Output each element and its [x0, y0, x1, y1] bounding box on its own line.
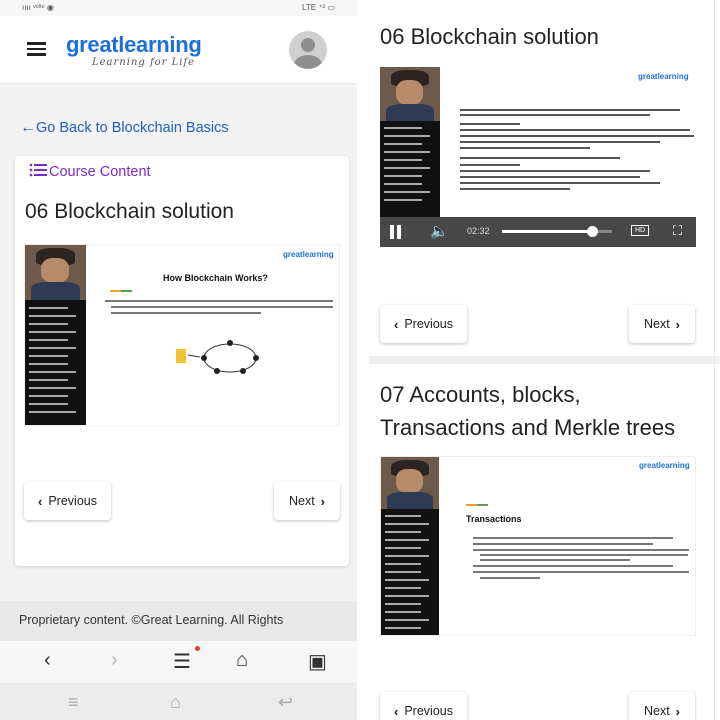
slide-brand: greatlearning	[283, 250, 334, 259]
tabs-icon[interactable]: ▣	[308, 649, 327, 674]
chevron-right-icon: ›	[675, 703, 681, 719]
blockchain-diagram	[176, 340, 259, 374]
hamburger-icon[interactable]	[27, 42, 46, 56]
footer-copyright: Proprietary content. ©Great Learning. Al…	[19, 613, 284, 627]
chevron-right-icon: ›	[675, 316, 681, 332]
quality-toggle[interactable]: HD	[631, 225, 650, 236]
lesson-title: 06 Blockchain solution	[380, 24, 599, 49]
video-time: 02:32	[467, 226, 490, 236]
browser-toolbar: ‹ › ☰ ⌂ ▣	[0, 641, 357, 683]
slide-heading: Transactions	[466, 514, 522, 524]
course-content-label: Course Content	[49, 163, 151, 180]
next-lesson-title: 07 Accounts, blocks, Transactions and Me…	[380, 382, 676, 440]
pause-icon[interactable]	[390, 225, 402, 239]
previous-label: Previous	[48, 494, 97, 508]
fullscreen-icon[interactable]: ⛶	[673, 223, 682, 239]
lesson-slide-image[interactable]: greatlearning How Blockchain Works?	[24, 244, 340, 426]
back-link-label: Go Back to Blockchain Basics	[36, 120, 229, 136]
next-lesson-slide-image[interactable]: greatlearning Transactions	[380, 456, 696, 636]
chevron-left-icon: ‹	[38, 493, 43, 509]
system-nav-bar: ≡ ⌂ ↩	[0, 683, 357, 720]
presenter-video	[25, 245, 86, 300]
slide-brand: greatlearning	[639, 461, 690, 470]
scroll-edge	[714, 0, 720, 720]
chevron-left-icon: ‹	[394, 703, 399, 719]
slide-sidebar	[380, 67, 440, 217]
list-icon	[29, 163, 49, 181]
next-button-partial[interactable]: Next ›	[629, 692, 695, 720]
status-right: LTE ⁺² ▭	[302, 3, 335, 12]
presenter-video	[381, 457, 439, 509]
slide-sidebar	[381, 457, 439, 635]
avatar-icon[interactable]	[289, 31, 327, 69]
previous-button-partial[interactable]: ‹ Previous	[380, 692, 467, 720]
status-left: ıııı ᵛᵒˡᵗᵉ ◉	[22, 3, 54, 12]
next-button[interactable]: Next ›	[274, 482, 340, 520]
lesson-title: 06 Blockchain solution	[25, 200, 234, 223]
next-button[interactable]: Next ›	[629, 305, 695, 343]
divider	[357, 0, 369, 720]
section-separator	[369, 356, 720, 364]
system-home-icon[interactable]: ⌂	[170, 692, 181, 713]
slide-heading: How Blockchain Works?	[163, 273, 268, 283]
video-controls: 🔈 02:32 HD ⛶	[380, 217, 696, 247]
logo-main-text: greatlearning	[66, 32, 202, 57]
next-label: Next	[643, 704, 670, 718]
presenter-video	[380, 67, 440, 121]
chevron-right-icon: ›	[320, 493, 326, 509]
volume-icon[interactable]: 🔈	[430, 222, 449, 240]
footer: Proprietary content. ©Great Learning. Al…	[0, 601, 357, 641]
back-arrow-icon: ←	[20, 119, 36, 136]
system-back-icon[interactable]: ↩	[278, 692, 293, 713]
lesson-card: Course Content 06 Blockchain solution gr…	[15, 156, 349, 566]
video-brand: greatlearning	[638, 72, 689, 81]
progress-knob[interactable]	[587, 226, 599, 237]
browser-back-icon[interactable]: ‹	[44, 649, 51, 672]
greatlearning-logo[interactable]: greatlearning Learning for Life	[66, 32, 202, 68]
recent-apps-icon[interactable]: ≡	[68, 692, 79, 713]
course-content-toggle[interactable]: Course Content	[29, 163, 151, 181]
previous-button[interactable]: ‹ Previous	[380, 305, 467, 343]
browser-forward-icon[interactable]: ›	[111, 649, 118, 672]
back-to-course-link[interactable]: ←Go Back to Blockchain Basics	[20, 119, 229, 137]
home-icon[interactable]: ⌂	[236, 649, 248, 672]
slide-sidebar	[25, 245, 86, 425]
video-progress-bar[interactable]	[502, 226, 612, 237]
browser-menu-icon[interactable]: ☰	[173, 649, 191, 674]
left-phone-screen: ıııı ᵛᵒˡᵗᵉ ◉ LTE ⁺² ▭ greatlearning Lear…	[0, 0, 357, 720]
previous-label: Previous	[404, 704, 453, 718]
app-header: greatlearning Learning for Life	[0, 16, 357, 84]
status-bar: ıııı ᵛᵒˡᵗᵉ ◉ LTE ⁺² ▭	[0, 0, 357, 16]
logo-tagline: Learning for Life	[92, 57, 196, 68]
next-label: Next	[643, 317, 670, 331]
next-label: Next	[288, 494, 315, 508]
chevron-left-icon: ‹	[394, 316, 399, 332]
notification-dot	[195, 646, 200, 651]
previous-label: Previous	[404, 317, 453, 331]
video-player[interactable]: greatlearning 🔈 02:32 HD ⛶	[380, 67, 696, 247]
previous-button[interactable]: ‹ Previous	[24, 482, 111, 520]
right-phone-screen: 06 Blockchain solution greatlearning 🔈 0…	[369, 0, 720, 720]
